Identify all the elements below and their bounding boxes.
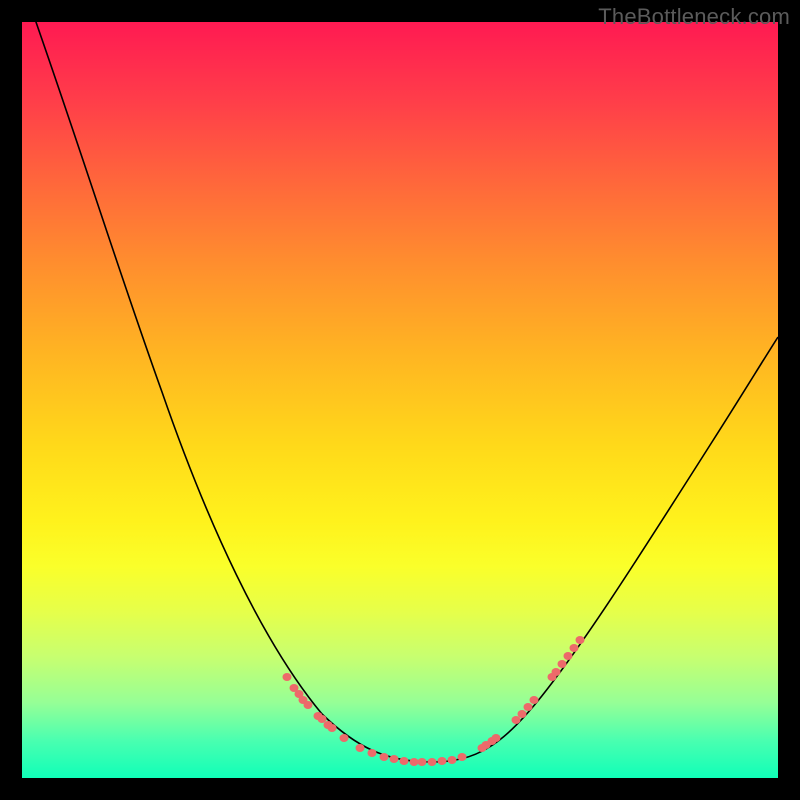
curve-marker	[564, 652, 573, 660]
curve-marker	[304, 701, 313, 709]
curve-marker	[492, 734, 501, 742]
curve-marker	[518, 710, 527, 718]
curve-marker	[380, 753, 389, 761]
curve-line	[22, 22, 778, 762]
curve-marker	[438, 757, 447, 765]
chart-svg	[22, 22, 778, 778]
curve-marker	[318, 715, 327, 723]
curve-marker	[552, 668, 561, 676]
marker-group	[283, 636, 585, 766]
curve-marker	[283, 673, 292, 681]
curve-marker	[428, 758, 437, 766]
curve-marker	[400, 757, 409, 765]
curve-marker	[448, 756, 457, 764]
curve-marker	[356, 744, 365, 752]
curve-marker	[576, 636, 585, 644]
chart-frame: TheBottleneck.com	[0, 0, 800, 800]
curve-marker	[524, 703, 533, 711]
curve-marker	[512, 716, 521, 724]
curve-marker	[390, 755, 399, 763]
curve-marker	[458, 753, 467, 761]
curve-marker	[570, 644, 579, 652]
curve-marker	[368, 749, 377, 757]
watermark-text: TheBottleneck.com	[598, 4, 790, 30]
curve-marker	[340, 734, 349, 742]
curve-marker	[530, 696, 539, 704]
plot-area	[22, 22, 778, 778]
curve-marker	[418, 758, 427, 766]
curve-marker	[328, 724, 337, 732]
curve-marker	[558, 660, 567, 668]
curve-marker	[410, 758, 419, 766]
